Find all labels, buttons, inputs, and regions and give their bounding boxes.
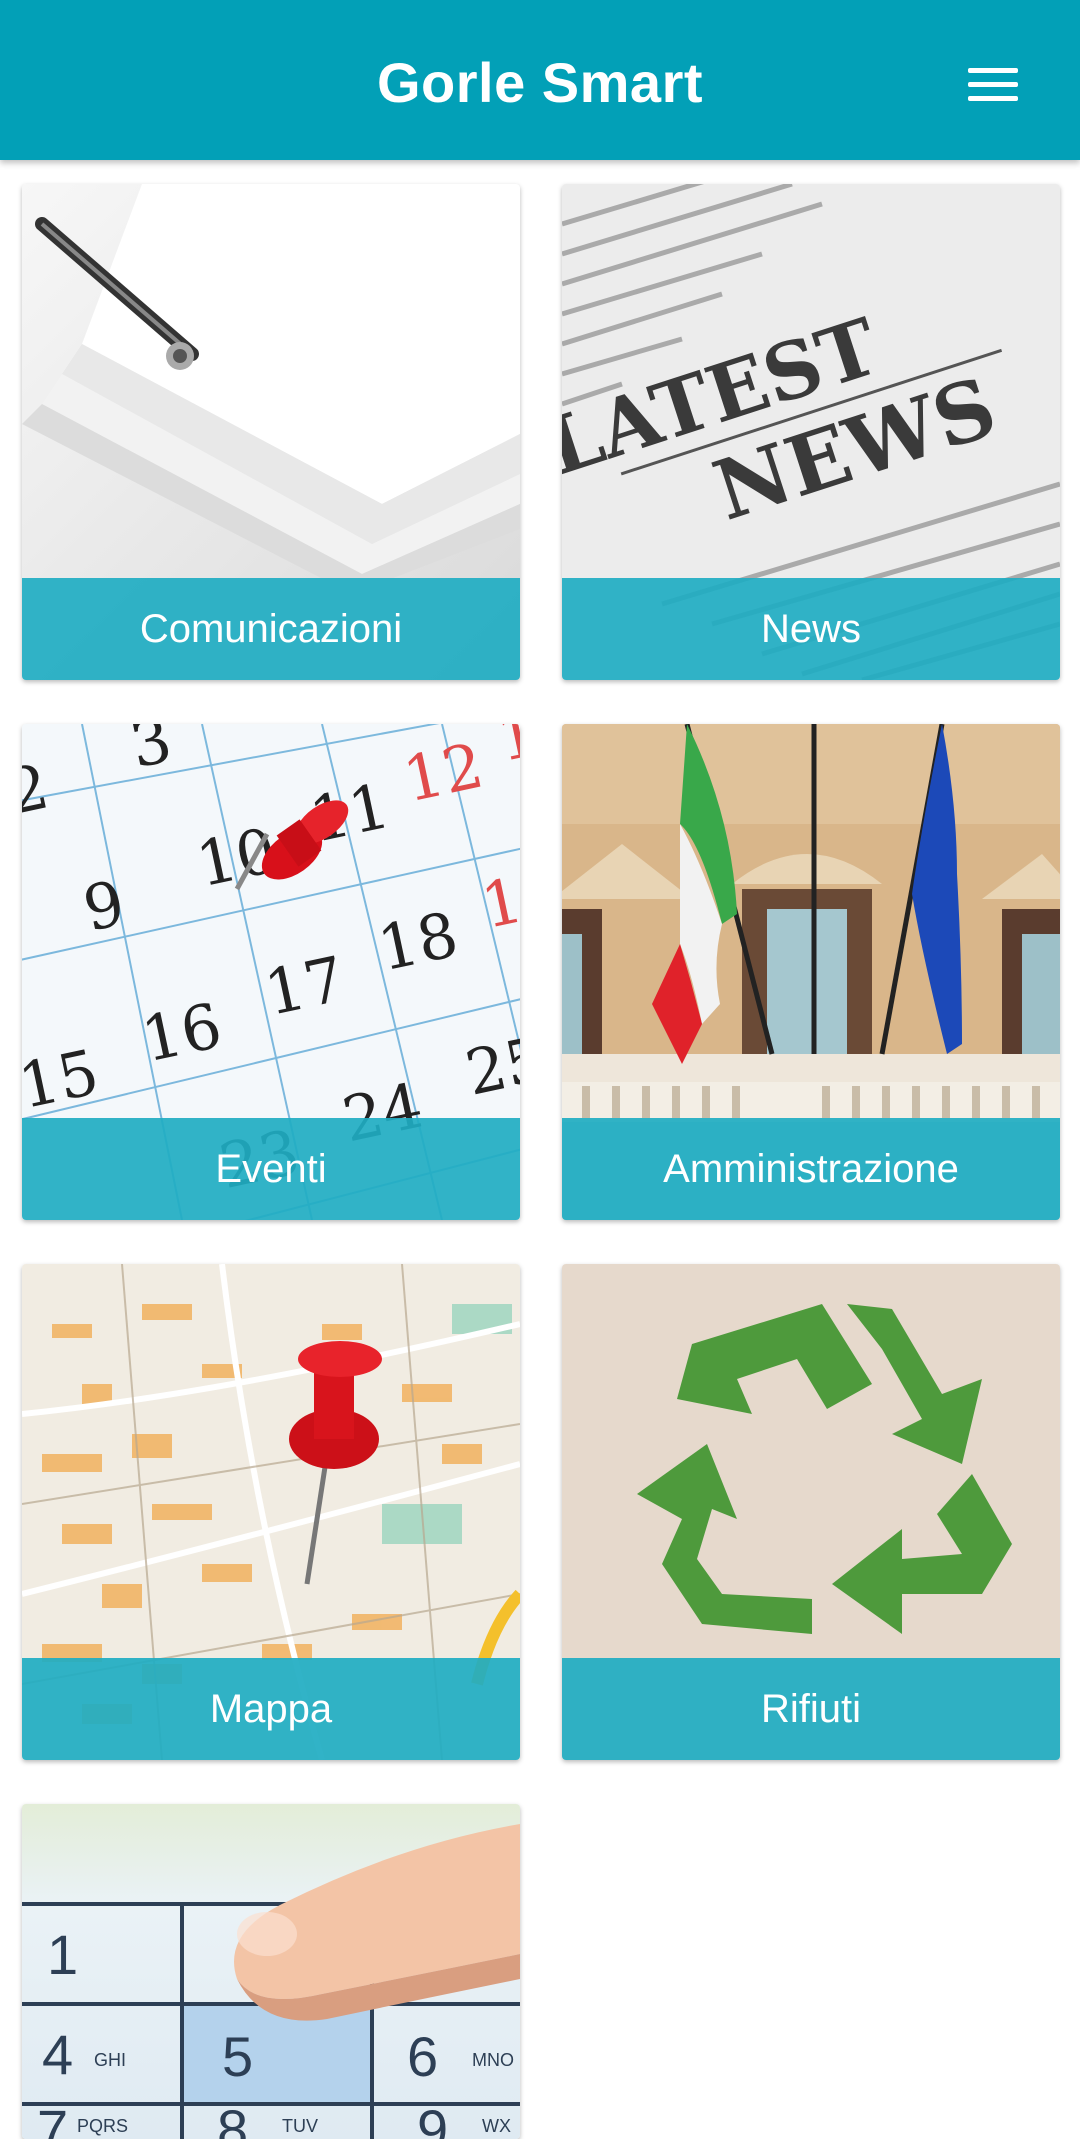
hamburger-menu-icon[interactable] (956, 60, 1030, 110)
tile-label: Comunicazioni (22, 578, 520, 680)
keypad-key: 6 (407, 2025, 438, 2088)
keypad-key: 7 (37, 2098, 68, 2139)
keypad-key: 8 (217, 2098, 248, 2139)
tile-amministrazione[interactable]: Amministrazione (562, 724, 1060, 1220)
keypad-key: 5 (222, 2025, 253, 2088)
tile-label: Eventi (22, 1118, 520, 1220)
keypad-key: GHI (94, 2050, 126, 2070)
tile-mappa[interactable]: Mappa (22, 1264, 520, 1760)
tile-rifiuti[interactable]: Rifiuti (562, 1264, 1060, 1760)
tile-eventi[interactable]: 2 3 9 10 11 12 13 15 16 17 18 19 23 24 2… (22, 724, 520, 1220)
tile-label: Rifiuti (562, 1658, 1060, 1760)
tile-label: Amministrazione (562, 1118, 1060, 1220)
keypad-key: WX (482, 2116, 511, 2136)
tile-news[interactable]: LATEST NEWS News (562, 184, 1060, 680)
keypad-key: PQRS (77, 2116, 128, 2136)
keypad-key: 1 (47, 1923, 78, 1986)
tile-comunicazioni[interactable]: Comunicazioni (22, 184, 520, 680)
keypad-key: 9 (417, 2098, 448, 2139)
app-title: Gorle Smart (376, 51, 704, 114)
tile-label: Mappa (22, 1658, 520, 1760)
app-screen: Gorle Smart Comunicazioni LATEST NEWS Ne… (0, 0, 1080, 2139)
tile-tributi[interactable]: 1 3 4 GHI 5 6 MNO 7 PQRS 8 TUV 9 WX (22, 1804, 520, 2139)
tile-label: News (562, 578, 1060, 680)
keypad-key: TUV (282, 2116, 318, 2136)
keypad-key: MNO (472, 2050, 514, 2070)
keypad-key: 4 (42, 2023, 73, 2086)
app-header: Gorle Smart (0, 0, 1080, 160)
keypad-finger-image: 1 3 4 GHI 5 6 MNO 7 PQRS 8 TUV 9 WX (22, 1804, 520, 2139)
